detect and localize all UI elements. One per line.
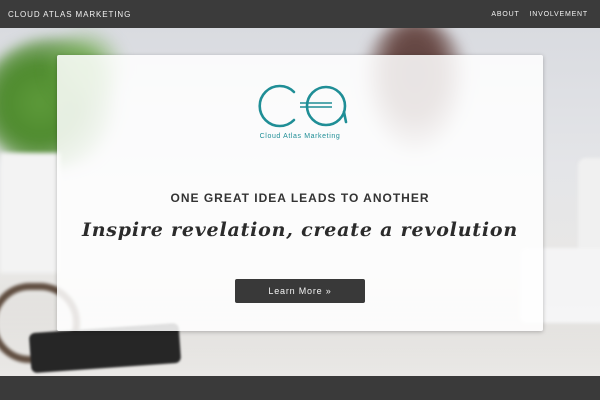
ca-monogram-logo-icon (258, 84, 348, 128)
plant-pot-background (0, 153, 60, 273)
logo-wordmark: Cloud Atlas Marketing (259, 133, 341, 140)
headline: Inspire revelation, create a revolution (82, 219, 518, 241)
bottom-bar (0, 376, 600, 400)
brand-link[interactable]: CLOUD ATLAS MARKETING (8, 10, 131, 19)
company-logo: Cloud Atlas Marketing (245, 82, 355, 140)
main-nav: ABOUT INVOLVEMENT (491, 11, 588, 18)
top-navigation-bar: CLOUD ATLAS MARKETING ABOUT INVOLVEMENT (0, 0, 600, 28)
tagline: ONE GREAT IDEA LEADS TO ANOTHER (170, 191, 430, 205)
nav-link-involvement[interactable]: INVOLVEMENT (530, 11, 588, 18)
hero-card: Cloud Atlas Marketing ONE GREAT IDEA LEA… (57, 55, 543, 331)
learn-more-button[interactable]: Learn More » (235, 279, 365, 303)
nav-link-about[interactable]: ABOUT (491, 11, 519, 18)
